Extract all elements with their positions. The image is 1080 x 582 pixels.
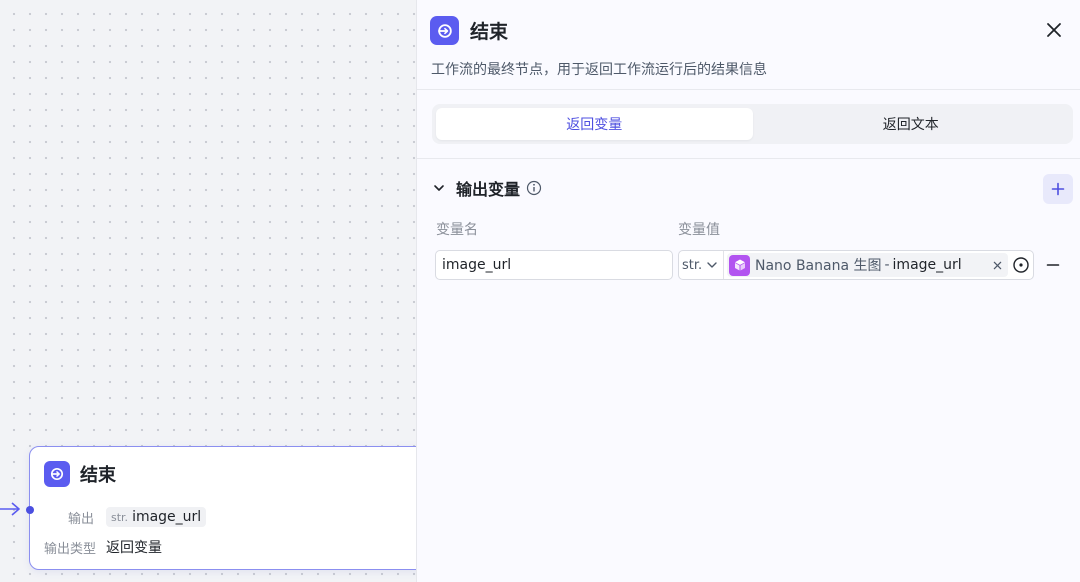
section-title: 输出变量: [456, 180, 521, 199]
close-icon: [1047, 23, 1061, 37]
target-icon[interactable]: [1012, 256, 1030, 274]
reference-separator: -: [884, 257, 890, 273]
return-mode-tabs: 返回变量 返回文本: [432, 104, 1073, 144]
chevron-down-icon[interactable]: [432, 181, 446, 195]
node-header: 结束: [44, 461, 116, 487]
column-label-value: 变量值: [678, 222, 720, 238]
node-type-value: 返回变量: [106, 540, 163, 556]
output-variables-header: 输出变量: [432, 176, 542, 200]
node-output-type: str.: [111, 510, 129, 524]
workflow-canvas[interactable]: 结束 输出 str. image_url 输出类型 返回变量: [0, 0, 416, 582]
node-title: 结束: [80, 465, 116, 486]
tab-return-text[interactable]: 返回文本: [753, 108, 1070, 140]
close-button[interactable]: [1042, 18, 1066, 42]
exit-arrow-icon: [44, 461, 70, 487]
add-variable-button[interactable]: [1043, 174, 1073, 204]
plus-icon: [1051, 182, 1065, 196]
variable-reference-chip[interactable]: Nano Banana 生图 - image_url: [727, 253, 1008, 277]
node-output-name: image_url: [132, 509, 202, 525]
x-icon: [993, 261, 1001, 269]
panel-description: 工作流的最终节点，用于返回工作流运行后的结果信息: [431, 62, 767, 78]
remove-variable-button[interactable]: [1043, 255, 1063, 275]
chevron-down-icon: [707, 262, 717, 268]
panel-header: 结束: [430, 16, 508, 45]
reference-variable-name: image_url: [892, 257, 962, 273]
variable-name-input[interactable]: [435, 250, 673, 280]
node-config-panel: 结束 工作流的最终节点，用于返回工作流运行后的结果信息 返回变量 返回文本 输出…: [416, 0, 1080, 582]
node-type-label: 输出类型: [44, 541, 97, 557]
variable-value-field[interactable]: str. Nano Banana 生图 - image_url: [678, 250, 1034, 280]
divider: [417, 89, 1080, 90]
node-input-port[interactable]: [26, 506, 34, 514]
divider: [417, 158, 1080, 159]
node-output-row: 输出 str. image_url: [44, 507, 207, 527]
type-select-value: str.: [682, 257, 703, 273]
column-label-name: 变量名: [436, 222, 478, 238]
node-output-label: 输出: [67, 511, 94, 527]
clear-reference-button[interactable]: [990, 258, 1004, 272]
end-node-card[interactable]: 结束 输出 str. image_url 输出类型 返回变量: [26, 446, 416, 570]
reference-node-name: Nano Banana 生图: [755, 258, 882, 274]
cube-icon: [729, 254, 750, 276]
panel-title: 结束: [470, 21, 509, 43]
exit-arrow-icon: [430, 16, 459, 45]
minus-icon: [1046, 264, 1060, 266]
type-select[interactable]: str.: [679, 251, 724, 279]
tab-return-variable[interactable]: 返回变量: [436, 108, 753, 140]
node-output-chip: str. image_url: [106, 507, 207, 527]
node-type-row: 输出类型 返回变量: [44, 537, 162, 557]
info-icon[interactable]: [526, 180, 542, 196]
